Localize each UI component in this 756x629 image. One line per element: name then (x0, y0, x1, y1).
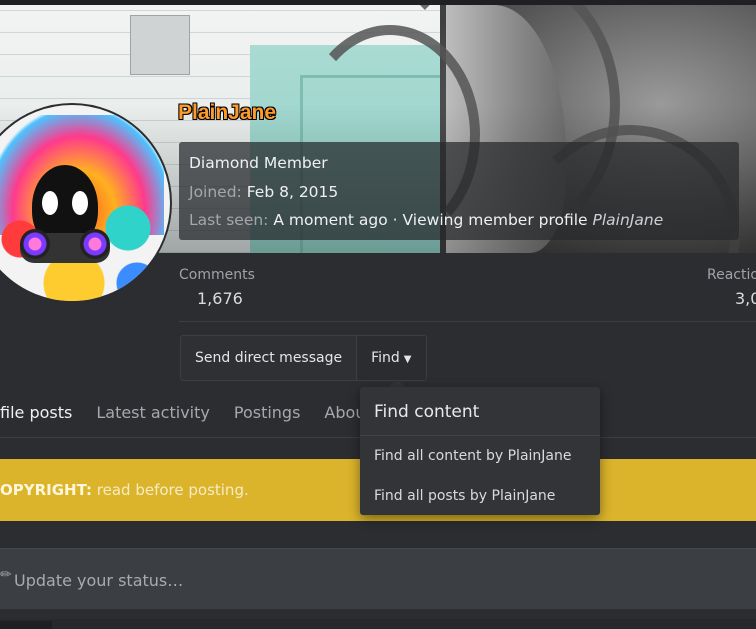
bottom-corner (0, 621, 52, 629)
tab-latest-activity[interactable]: Latest activity (96, 396, 210, 436)
find-all-posts-link[interactable]: Find all posts by PlainJane (374, 488, 555, 504)
notice-heading: OPYRIGHT: (0, 481, 93, 499)
last-seen-value: A moment ago · Viewing member profile (273, 211, 588, 229)
status-input[interactable] (12, 559, 746, 601)
status-update-box: ✏ (0, 548, 756, 609)
joined-line: Joined: Feb 8, 2015 (189, 183, 338, 201)
find-menu-title: Find content (374, 402, 480, 422)
stats-divider (179, 321, 756, 322)
find-button[interactable]: Find ▼ (356, 336, 426, 380)
profile-actions: Send direct message Find ▼ (180, 335, 427, 381)
avatar-mask-filter (80, 229, 110, 259)
last-seen-line: Last seen: A moment ago · Viewing member… (189, 211, 663, 229)
caret-down-icon: ▼ (403, 354, 412, 365)
member-rank: Diamond Member (189, 154, 328, 172)
avatar-eye (42, 191, 58, 215)
find-button-label: Find (371, 350, 400, 366)
profile-tabs: file posts Latest activity Postings Abou (0, 396, 389, 436)
profile-username: PlainJane (178, 101, 277, 124)
stat-comments-value[interactable]: 1,676 (197, 289, 243, 308)
pencil-icon: ✏ (0, 567, 12, 583)
notice-link[interactable]: read before posting. (92, 481, 249, 499)
avatar-mask-filter (20, 229, 50, 259)
tab-profile-posts[interactable]: file posts (0, 396, 72, 436)
stat-reactions-value[interactable]: 3,0 (735, 289, 756, 308)
last-seen-label: Last seen: (189, 211, 269, 229)
joined-label: Joined: (189, 183, 242, 201)
last-seen-target: PlainJane (592, 211, 664, 229)
avatar-eye (72, 191, 88, 215)
notice-text: OPYRIGHT: read before posting. (0, 481, 249, 499)
joined-date: Feb 8, 2015 (246, 183, 339, 201)
bottom-strip (0, 619, 756, 629)
dropdown-pointer (389, 379, 405, 387)
find-all-content-link[interactable]: Find all content by PlainJane (374, 448, 571, 464)
send-message-button[interactable]: Send direct message (181, 336, 356, 380)
profile-info-box: Diamond Member Joined: Feb 8, 2015 Last … (179, 142, 739, 240)
find-dropdown-menu: Find content Find all content by PlainJa… (360, 387, 600, 515)
stat-reactions-label: Reactio (707, 267, 756, 283)
avatar[interactable] (0, 103, 172, 303)
stat-comments-label: Comments (179, 267, 255, 283)
find-menu-divider (360, 435, 600, 436)
tab-postings[interactable]: Postings (234, 396, 301, 436)
